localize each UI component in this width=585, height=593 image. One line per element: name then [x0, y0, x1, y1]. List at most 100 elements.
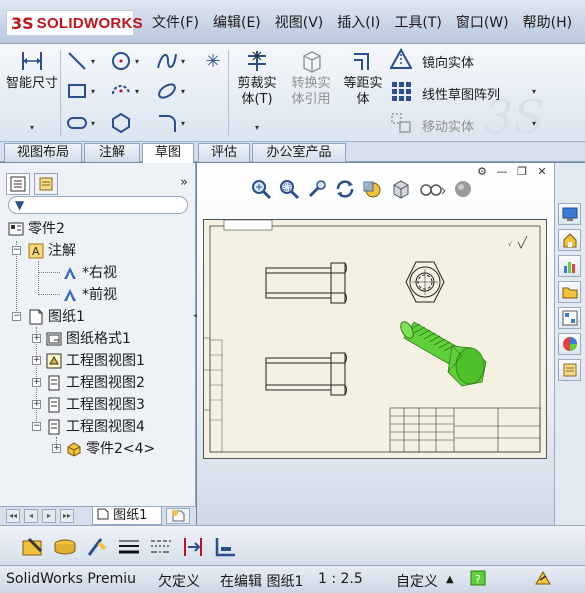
panel-more-button[interactable]: »	[180, 175, 188, 190]
drawing-view3-expander[interactable]: +	[32, 400, 41, 409]
linear-pattern-dropdown[interactable]: ▾	[532, 88, 540, 96]
line-color-icon[interactable]	[84, 534, 110, 560]
drawing-sheet[interactable]: √	[203, 219, 547, 459]
sheet-format-expander[interactable]: +	[32, 334, 41, 343]
line-style-icon[interactable]	[148, 534, 174, 560]
units-selector[interactable]: 自定义	[396, 571, 438, 591]
tab-view-layout[interactable]: 视图布局	[4, 143, 82, 162]
file-explorer-button[interactable]	[558, 255, 581, 277]
point-tool[interactable]: ✳	[202, 50, 224, 72]
rectangle-tool[interactable]	[66, 80, 88, 102]
trim-dropdown[interactable]: ▾	[255, 124, 263, 132]
view-orientation-icon[interactable]	[389, 177, 413, 201]
trim-entities-button[interactable]: 剪裁实体(T)	[232, 48, 282, 108]
line-tool[interactable]	[66, 50, 88, 72]
tree-item-drawing-view-3[interactable]: 工程图视图3	[46, 395, 145, 415]
menu-window[interactable]: 窗口(W)	[450, 13, 515, 33]
part-ref-expander[interactable]: +	[52, 444, 61, 453]
property-manager-tab[interactable]	[34, 173, 58, 195]
previous-view-icon[interactable]	[305, 177, 329, 201]
graphics-area[interactable]: ⚙ — ❐ ✕ √	[197, 163, 554, 525]
menu-insert[interactable]: 插入(I)	[331, 13, 386, 33]
tree-item-drawing-view-4[interactable]: 工程图视图4	[46, 417, 145, 437]
tree-item-drawing-view-1[interactable]: 工程图视图1	[46, 351, 145, 371]
slot-dropdown[interactable]: ▾	[91, 120, 99, 128]
fillet-tool[interactable]	[156, 112, 178, 134]
zoom-to-fit-icon[interactable]	[249, 177, 273, 201]
tab-sketch[interactable]: 草图	[142, 143, 194, 163]
ellipse-dropdown[interactable]: ▾	[181, 88, 189, 96]
solidworks-logo[interactable]: 3S SOLIDWORKS	[6, 10, 143, 36]
color-display-mode-icon[interactable]	[212, 534, 238, 560]
sheet-tab[interactable]: 图纸1	[92, 507, 162, 525]
sheet-next-button[interactable]: ▸	[42, 509, 56, 523]
spline-dropdown[interactable]: ▾	[181, 58, 189, 66]
linear-pattern-button[interactable]: 线性草图阵列	[422, 84, 500, 103]
menu-view[interactable]: 视图(V)	[269, 13, 330, 33]
annotations-expander[interactable]: −	[12, 246, 21, 255]
fillet-dropdown[interactable]: ▾	[181, 120, 189, 128]
spline-tool[interactable]	[156, 50, 178, 72]
section-view-icon[interactable]	[361, 177, 385, 201]
arc-tool[interactable]	[110, 80, 132, 102]
line-dropdown[interactable]: ▾	[91, 58, 99, 66]
tree-filter[interactable]: ▼	[8, 196, 188, 214]
restore-icon[interactable]: ❐	[514, 165, 530, 179]
slot-tool[interactable]	[66, 112, 88, 134]
arc-dropdown[interactable]: ▾	[135, 88, 143, 96]
zoom-to-area-icon[interactable]	[277, 177, 301, 201]
feature-tree-tab[interactable]	[6, 173, 30, 195]
tree-item-root[interactable]: 零件2	[8, 219, 65, 239]
line-thickness-icon[interactable]	[116, 534, 142, 560]
custom-properties-button[interactable]	[558, 359, 581, 381]
search-button[interactable]	[558, 307, 581, 329]
drawing-view1-expander[interactable]: +	[32, 356, 41, 365]
tree-item-sheet[interactable]: 图纸1	[28, 307, 85, 327]
menu-tools[interactable]: 工具(T)	[388, 13, 447, 33]
ellipse-tool[interactable]	[156, 80, 178, 102]
convert-entities-button[interactable]: 转换实体引用	[286, 48, 336, 108]
rebuild-icon[interactable]	[333, 177, 357, 201]
smart-dimension-button[interactable]: 智能尺寸	[6, 48, 58, 92]
tree-item-right-view[interactable]: *右视	[62, 263, 117, 283]
tree-item-annotations[interactable]: A 注解	[28, 241, 76, 261]
solidworks-resources-button[interactable]	[558, 203, 581, 225]
sheet-last-button[interactable]: ▸▸	[60, 509, 74, 523]
tree-item-drawing-view-2[interactable]: 工程图视图2	[46, 373, 145, 393]
sheet-first-button[interactable]: ◂◂	[6, 509, 20, 523]
drawing-view4-expander[interactable]: −	[32, 422, 41, 431]
view-palette-button[interactable]	[558, 281, 581, 303]
rectangle-dropdown[interactable]: ▾	[91, 88, 99, 96]
move-entities-button[interactable]: 移动实体	[422, 116, 474, 135]
close-icon[interactable]: ✕	[534, 165, 550, 179]
units-dropdown-icon[interactable]: ▲	[446, 574, 454, 585]
tab-office-products[interactable]: 办公室产品	[252, 143, 346, 162]
sheet-prev-button[interactable]: ◂	[24, 509, 38, 523]
minimize-icon[interactable]: —	[494, 165, 510, 179]
menu-file[interactable]: 文件(F)	[146, 13, 205, 33]
smart-dimension-dropdown[interactable]: ▾	[30, 124, 38, 132]
tab-evaluate[interactable]: 评估	[198, 143, 250, 162]
design-library-button[interactable]	[558, 229, 581, 251]
appearances-button[interactable]	[558, 333, 581, 355]
mirror-entities-button[interactable]: 镜向实体	[422, 52, 474, 71]
tree-item-part-reference[interactable]: 零件2<4>	[66, 439, 155, 459]
pin-icon[interactable]: ⚙	[474, 165, 490, 179]
circle-tool[interactable]	[110, 50, 132, 72]
add-sheet-button[interactable]	[166, 508, 190, 524]
polygon-tool[interactable]	[110, 112, 132, 134]
drawing-view2-expander[interactable]: +	[32, 378, 41, 387]
sheet-expander[interactable]: −	[12, 312, 21, 321]
hide-show-edges-icon[interactable]	[180, 534, 206, 560]
note-icon[interactable]	[20, 534, 46, 560]
offset-entities-button[interactable]: 等距实体	[340, 48, 386, 108]
move-entities-dropdown[interactable]: ▾	[532, 120, 540, 128]
tab-annotation[interactable]: 注解	[84, 143, 140, 162]
menu-help[interactable]: 帮助(H)	[517, 13, 578, 33]
tree-item-front-view[interactable]: *前视	[62, 285, 117, 305]
tree-item-sheet-format[interactable]: 图纸格式1	[46, 329, 131, 349]
layer-icon[interactable]	[52, 534, 78, 560]
help-icon[interactable]: ?	[470, 570, 486, 590]
menu-edit[interactable]: 编辑(E)	[207, 13, 267, 33]
rebuild-status-icon[interactable]	[534, 570, 552, 590]
